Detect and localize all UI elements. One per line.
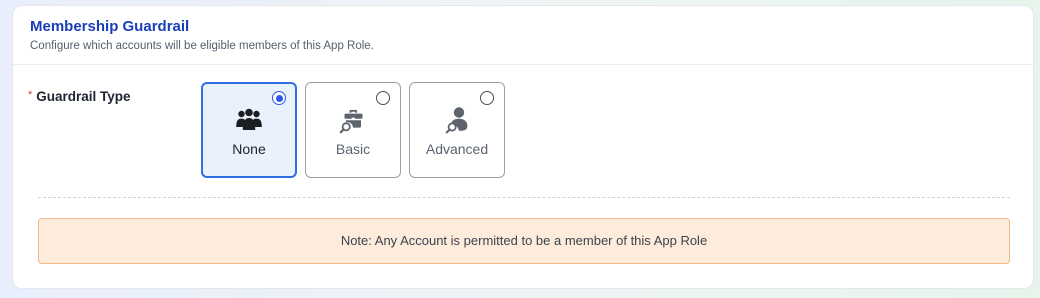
required-marker: * [28, 89, 33, 101]
guardrail-type-label: * Guardrail Type [28, 89, 131, 104]
option-label-advanced: Advanced [425, 141, 489, 157]
radio-advanced[interactable] [480, 91, 494, 105]
guardrail-option-advanced[interactable]: Advanced [409, 82, 505, 178]
section-title: Membership Guardrail [30, 18, 190, 35]
membership-guardrail-card: Membership Guardrail Configure which acc… [12, 5, 1034, 289]
person-search-icon [442, 105, 472, 135]
radio-dot [275, 94, 283, 102]
group-icon [234, 105, 264, 135]
section-divider [38, 197, 1010, 198]
guardrail-type-label-text: Guardrail Type [36, 89, 131, 104]
card-header: Membership Guardrail Configure which acc… [13, 6, 1033, 65]
option-label-basic: Basic [335, 141, 371, 157]
section-subtitle: Configure which accounts will be eligibl… [30, 40, 374, 52]
guardrail-option-basic[interactable]: Basic [305, 82, 401, 178]
briefcase-search-icon [338, 105, 368, 135]
option-label-none: None [232, 141, 266, 157]
guardrail-option-none[interactable]: None [201, 82, 297, 178]
radio-none[interactable] [272, 91, 286, 105]
radio-basic[interactable] [376, 91, 390, 105]
guardrail-note-banner: Note: Any Account is permitted to be a m… [38, 218, 1010, 264]
